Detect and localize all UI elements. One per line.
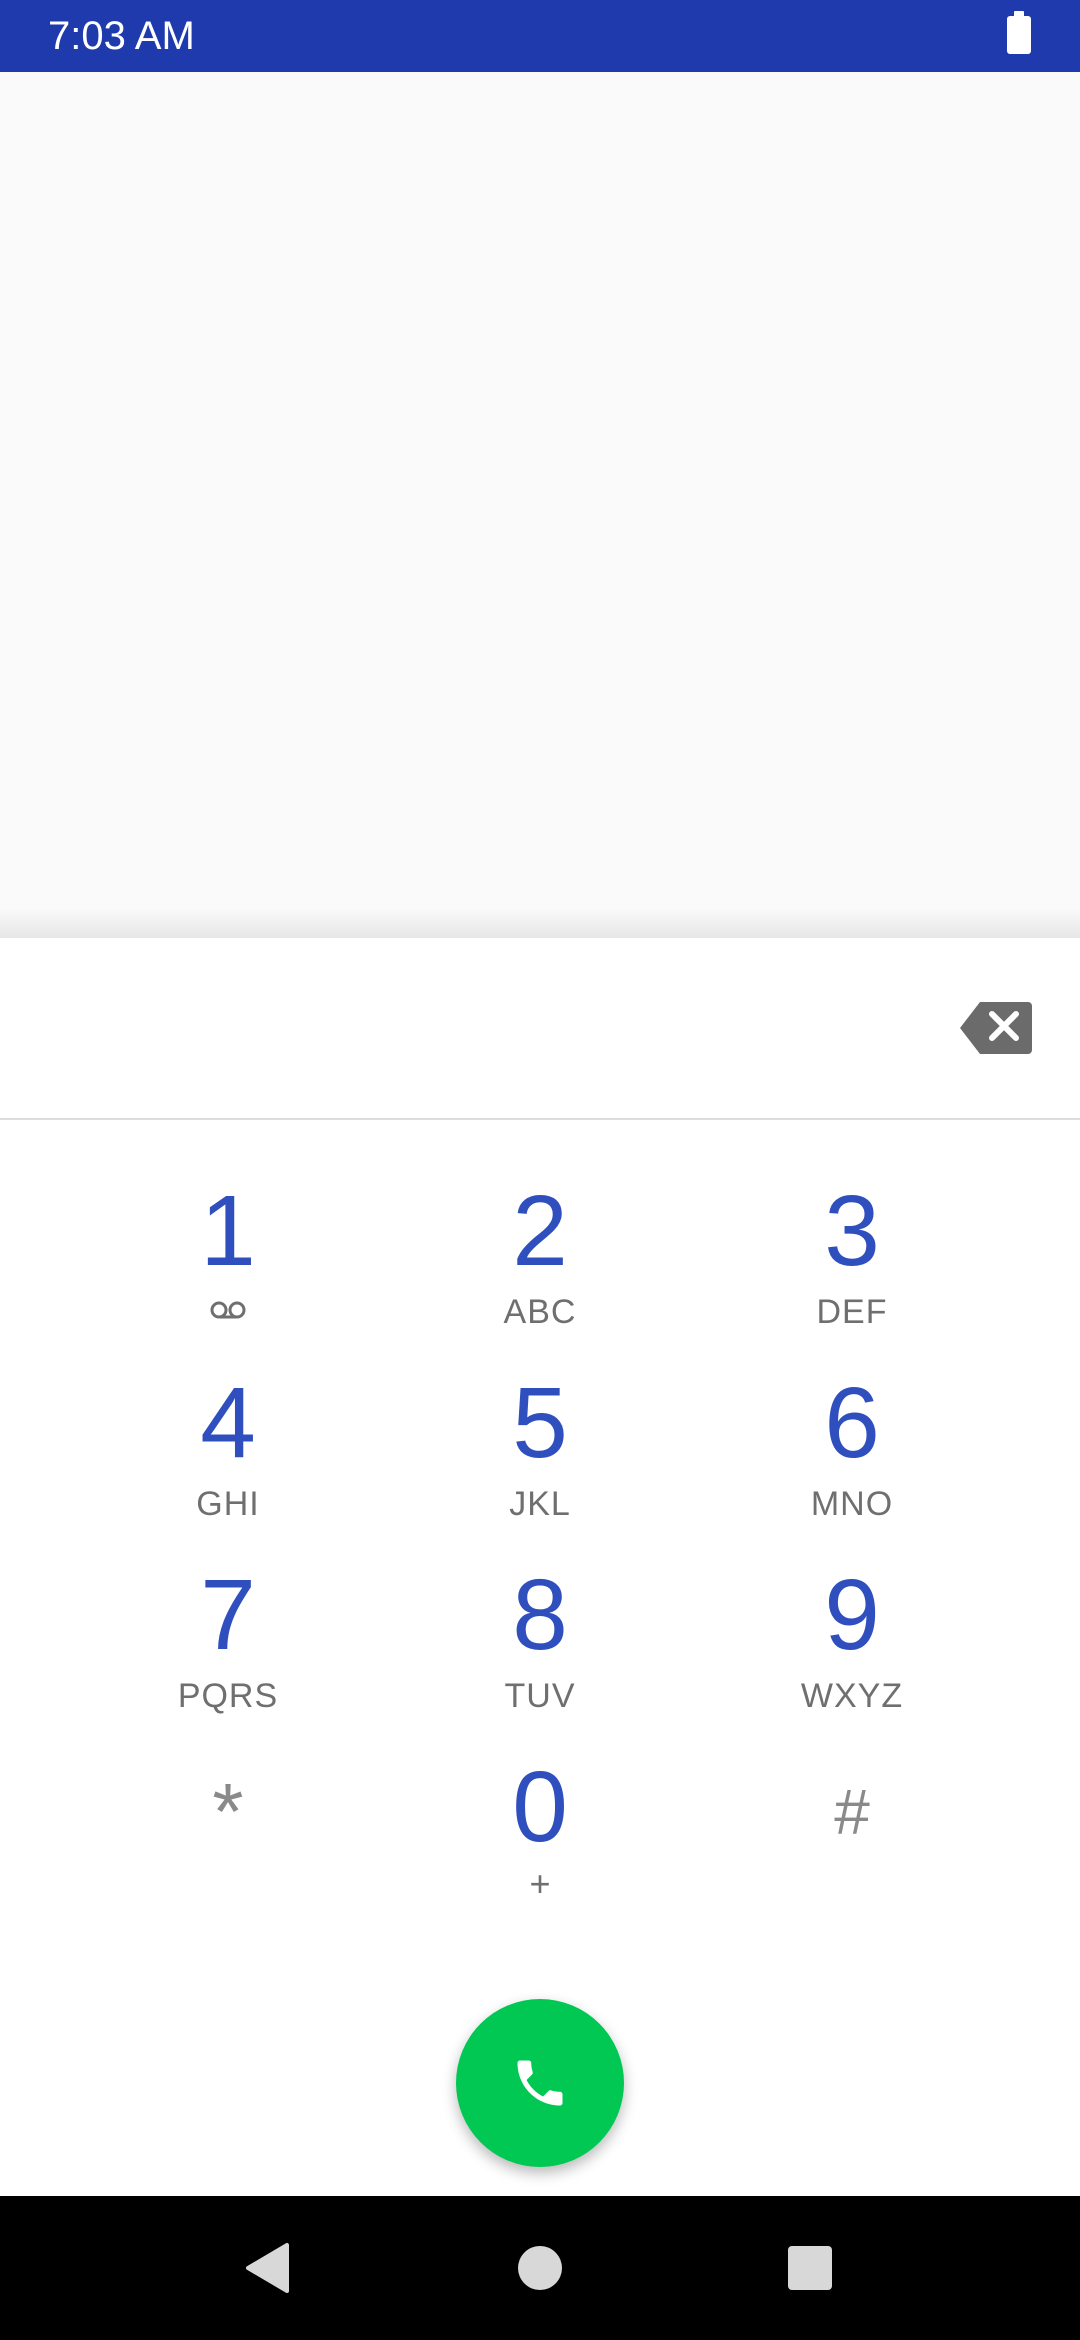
- dial-key-2[interactable]: 2 ABC: [420, 1176, 660, 1346]
- recents-button[interactable]: [740, 2196, 880, 2340]
- call-button[interactable]: [456, 1999, 624, 2167]
- key-symbol: #: [834, 1776, 870, 1848]
- key-letters: DEF: [816, 1293, 888, 1331]
- backspace-icon: [960, 1002, 1032, 1054]
- key-digit: 5: [512, 1367, 568, 1479]
- key-digit: 7: [200, 1559, 256, 1671]
- empty-content-area: [0, 72, 1080, 938]
- battery-full-icon: [1007, 11, 1031, 54]
- sheet-shadow: [0, 908, 1080, 938]
- key-letters: WXYZ: [800, 1677, 904, 1715]
- dial-key-1[interactable]: 1: [108, 1176, 348, 1346]
- dial-key-8[interactable]: 8 TUV: [420, 1560, 660, 1730]
- status-bar: 7:03 AM: [0, 0, 1080, 72]
- back-triangle-icon: [246, 2243, 289, 2293]
- key-digit: 4: [200, 1367, 256, 1479]
- home-button[interactable]: [470, 2196, 610, 2340]
- dial-key-9[interactable]: 9 WXYZ: [732, 1560, 972, 1730]
- key-digit: 9: [824, 1559, 880, 1671]
- dial-key-7[interactable]: 7 PQRS: [108, 1560, 348, 1730]
- navigation-bar: [0, 2196, 1080, 2340]
- backspace-button[interactable]: [960, 1000, 1032, 1056]
- key-digit: 1: [200, 1175, 256, 1287]
- key-digit: 3: [824, 1175, 880, 1287]
- digits-input[interactable]: [40, 978, 944, 1080]
- dial-key-pound[interactable]: #: [732, 1752, 972, 1922]
- dial-key-0[interactable]: 0 +: [420, 1752, 660, 1922]
- digits-field: [0, 938, 1080, 1118]
- key-digit: 2: [512, 1175, 568, 1287]
- key-digit: 0: [512, 1751, 568, 1863]
- recents-square-icon: [788, 2246, 832, 2290]
- back-button[interactable]: [197, 2196, 337, 2340]
- key-letters: MNO: [810, 1485, 894, 1523]
- key-letters: PQRS: [177, 1677, 279, 1715]
- key-symbol: *: [212, 1767, 244, 1856]
- dial-key-5[interactable]: 5 JKL: [420, 1368, 660, 1538]
- key-letters: ABC: [503, 1293, 577, 1331]
- key-letters: GHI: [196, 1485, 260, 1523]
- key-letters: TUV: [504, 1677, 576, 1715]
- status-time: 7:03 AM: [48, 14, 195, 58]
- dial-key-4[interactable]: 4 GHI: [108, 1368, 348, 1538]
- key-letters: +: [529, 1863, 551, 1904]
- divider: [0, 1118, 1080, 1120]
- dial-key-6[interactable]: 6 MNO: [732, 1368, 972, 1538]
- key-letters: JKL: [509, 1485, 571, 1523]
- phone-icon: [517, 2060, 563, 2106]
- dial-key-3[interactable]: 3 DEF: [732, 1176, 972, 1346]
- key-digit: 8: [512, 1559, 568, 1671]
- voicemail-icon: [210, 1301, 246, 1319]
- home-circle-icon: [518, 2246, 562, 2290]
- key-digit: 6: [824, 1367, 880, 1479]
- dial-key-star[interactable]: *: [108, 1752, 348, 1922]
